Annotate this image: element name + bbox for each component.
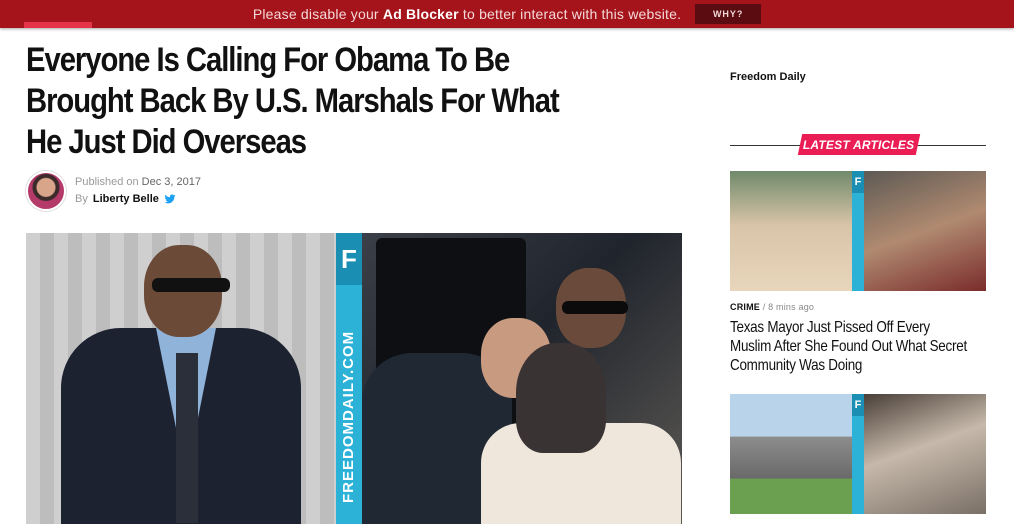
published-prefix: Published on	[75, 176, 139, 188]
sidebar-site-name[interactable]: Freedom Daily	[730, 71, 806, 83]
author-link[interactable]: Liberty Belle	[93, 193, 159, 205]
hero-person2-sunglasses	[562, 301, 628, 314]
article-category[interactable]: CRIME	[730, 302, 760, 312]
article-headline: Everyone Is Calling For Obama To Be Brou…	[26, 41, 560, 161]
article-thumbnail[interactable]: F	[730, 394, 986, 514]
adblock-banner: Please disable your Ad Blocker to better…	[0, 0, 1014, 28]
latest-articles-badge: LATEST ARTICLES	[797, 134, 921, 155]
hero-person-tie	[176, 353, 198, 523]
published-date: Dec 3, 2017	[141, 176, 201, 188]
adblock-text-before: Please disable your	[252, 6, 383, 22]
why-button[interactable]: WHY?	[695, 4, 762, 24]
thumbnail-photo-right	[864, 171, 986, 291]
by-prefix: By	[75, 193, 88, 205]
hero-person4-hair	[516, 343, 606, 453]
hero-person-sunglasses	[152, 278, 230, 292]
sidebar-article-title[interactable]: Texas Mayor Just Pissed Off Every Muslim…	[730, 318, 974, 375]
watermark-text: FREEDOMDAILY.COM	[340, 330, 357, 503]
article-time: 8 mins ago	[768, 302, 815, 312]
published-line: Published on Dec 3, 2017	[75, 176, 201, 188]
twitter-icon[interactable]	[164, 193, 176, 205]
meta-separator: /	[762, 302, 766, 312]
thumbnail-photo-left	[730, 394, 852, 514]
article-thumbnail[interactable]: F	[730, 171, 986, 291]
watermark-f-logo: F	[336, 233, 362, 285]
latest-articles-label: LATEST ARTICLES	[803, 137, 915, 152]
byline: By Liberty Belle	[75, 193, 176, 205]
hero-image: F FREEDOMDAILY.COM	[26, 233, 682, 524]
thumbnail-photo-right	[864, 394, 986, 514]
thumbnail-photo-left	[730, 171, 852, 291]
adblock-message: Please disable your Ad Blocker to better…	[253, 6, 681, 22]
adblock-text-after: to better interact with this website.	[458, 6, 682, 22]
adblock-text-bold: Ad Blocker	[382, 6, 459, 22]
category-tab-edge[interactable]	[24, 22, 92, 28]
thumbnail-f-logo: F	[852, 171, 864, 193]
article-meta: CRIME / 8 mins ago	[730, 302, 814, 312]
author-avatar[interactable]	[26, 171, 66, 211]
thumbnail-f-logo: F	[852, 394, 864, 416]
